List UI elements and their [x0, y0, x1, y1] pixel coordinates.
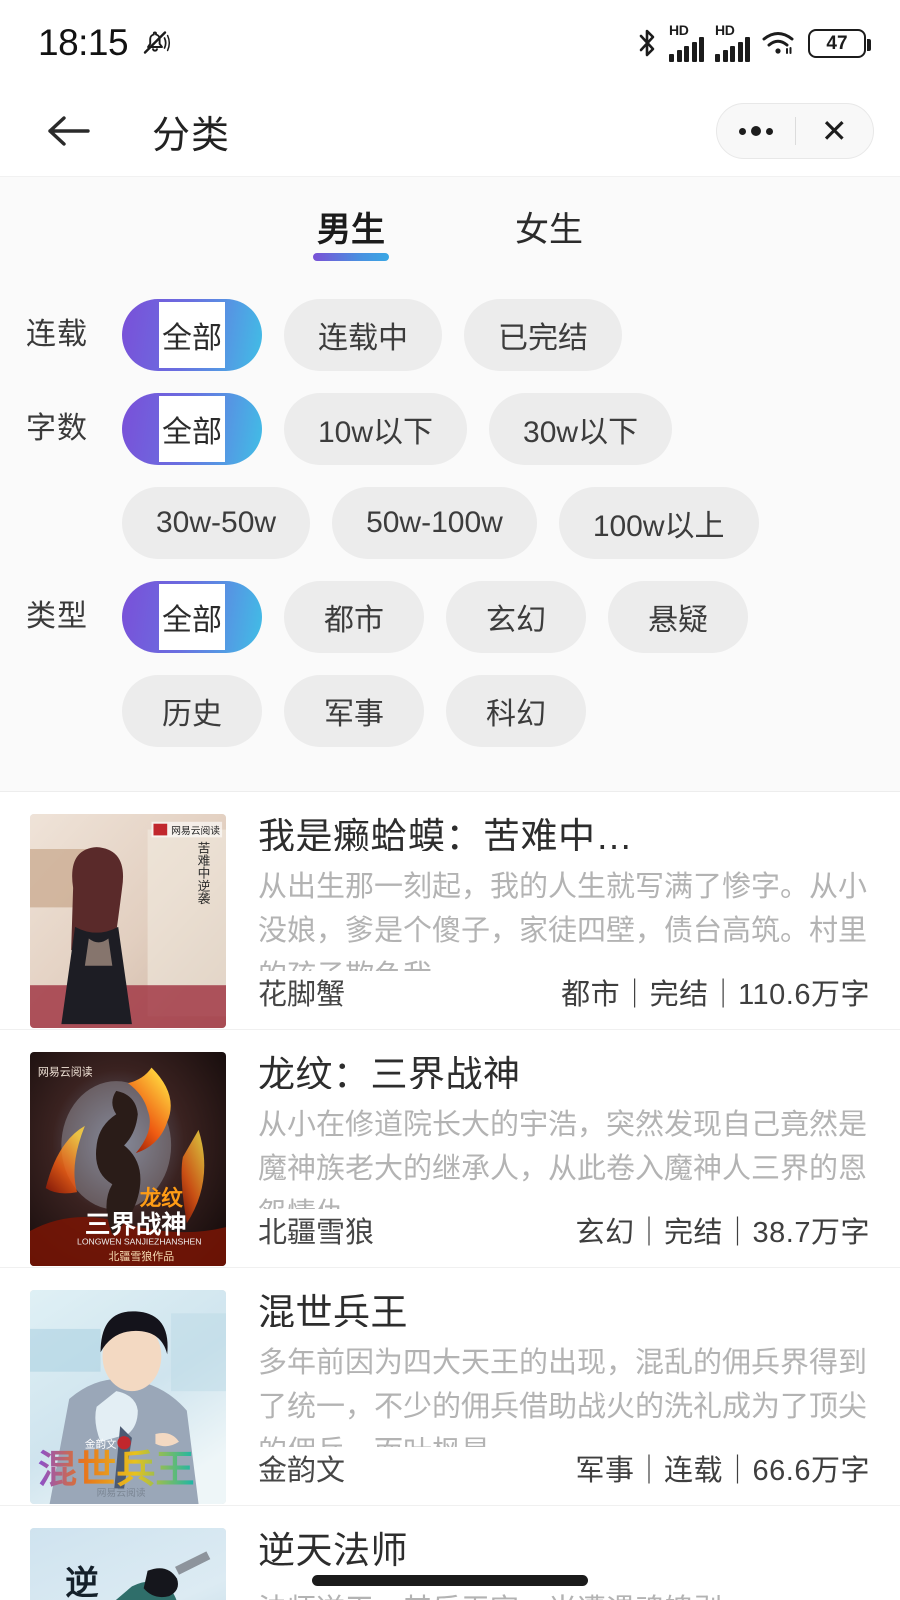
svg-text:逆: 逆 [65, 1565, 98, 1600]
svg-text:LONGWEN SANJIEZHANSHEN: LONGWEN SANJIEZHANSHEN [77, 1237, 201, 1247]
book-meta: 北疆雪狼 玄幻｜完结｜38.7万字 [258, 1209, 870, 1267]
book-list: 苦难中逆袭 网易云阅读 我是癞蛤蟆：苦难中… 从出生那一刻起，我的人生就写满了惨… [0, 791, 900, 1600]
book-author: 北疆雪狼 [258, 1217, 375, 1249]
chip-genre-all[interactable]: 全部 [122, 581, 262, 653]
status-bar-left: 18:15 [38, 22, 172, 64]
chip-wordcount-under30w[interactable]: 30w以下 [489, 393, 673, 465]
book-title: 我是癞蛤蟆：苦难中… [258, 816, 633, 851]
status-bar-right: HD HD 47 [636, 21, 871, 62]
close-icon: ✕ [820, 113, 848, 149]
home-indicator [312, 1575, 588, 1586]
filter-label-genre: 类型 [26, 600, 88, 633]
book-tags: 玄幻｜完结｜38.7万字 [575, 1217, 870, 1249]
book-tags: 军事｜连载｜66.6万字 [575, 1455, 870, 1487]
chip-wordcount-over100w[interactable]: 100w以上 [558, 487, 759, 559]
book-info: 我是癞蛤蟆：苦难中… 从出生那一刻起，我的人生就写满了惨字。从小没娘，爹是个傻子… [226, 814, 870, 1029]
book-info: 混世兵王 多年前因为四大天王的出现，混乱的佣兵界得到了统一，不少的佣兵借助战火的… [226, 1290, 870, 1505]
hd-label-1: HD [669, 21, 689, 38]
battery-icon: 47 [808, 28, 871, 58]
book-cover-image: 逆 天 法 [30, 1528, 226, 1600]
svg-text:混世兵王: 混世兵王 [38, 1449, 195, 1492]
bluetooth-icon [636, 28, 658, 58]
filter-panel: 男生 女生 连载 全部 连载中 已完结 字数 全部 10w以下 30w以下 30… [0, 176, 900, 791]
book-tags: 都市｜完结｜110.6万字 [561, 979, 870, 1011]
book-description: 法师逆天，其乐无穷。当遭遇魂魄剥 [258, 1588, 870, 1600]
book-author: 金韵文 [258, 1455, 346, 1487]
book-description: 从小在修道院长大的宇浩，突然发现自己竟然是魔神族老大的继承人，从此卷入魔神人三界… [258, 1108, 868, 1209]
book-info: 逆天法师 法师逆天，其乐无穷。当遭遇魂魄剥 [226, 1528, 870, 1600]
more-dots-icon [738, 126, 773, 136]
filter-label-wordcount: 字数 [26, 412, 88, 445]
nav-bar: 分类 ✕ [0, 86, 900, 176]
chip-genre-military[interactable]: 军事 [284, 675, 424, 747]
book-meta: 金韵文 军事｜连载｜66.6万字 [258, 1447, 870, 1505]
gender-tabs: 男生 女生 [0, 177, 900, 277]
wifi-icon [761, 30, 795, 56]
close-button[interactable]: ✕ [796, 104, 874, 158]
status-bar: 18:15 HD HD 47 [0, 0, 900, 86]
filter-row-genre: 类型 全部 都市 玄幻 悬疑 历史 军事 科幻 [0, 581, 900, 747]
filter-chips-wordcount: 全部 10w以下 30w以下 30w-50w 50w-100w 100w以上 [122, 393, 900, 559]
chip-genre-scifi[interactable]: 科幻 [446, 675, 586, 747]
svg-text:网易云阅读: 网易云阅读 [171, 824, 220, 837]
book-title: 逆天法师 [258, 1530, 408, 1571]
status-clock: 18:15 [38, 22, 129, 63]
filter-chips-serialization: 全部 连载中 已完结 [122, 299, 900, 371]
back-arrow-icon [48, 116, 90, 146]
mute-icon [138, 26, 172, 60]
tab-male[interactable]: 男生 [307, 213, 395, 261]
chip-wordcount-all[interactable]: 全部 [122, 393, 262, 465]
chip-genre-suspense[interactable]: 悬疑 [608, 581, 748, 653]
chip-serialization-completed[interactable]: 已完结 [464, 299, 622, 371]
svg-text:苦难中逆袭: 苦难中逆袭 [195, 841, 209, 905]
chip-genre-fantasy[interactable]: 玄幻 [446, 581, 586, 653]
book-title: 混世兵王 [258, 1292, 408, 1327]
book-title: 龙纹：三界战神 [258, 1054, 521, 1089]
book-cover-image: 网易云阅读 龙纹 三界战神 LONGWEN SANJIEZHANSHEN 北疆雪… [30, 1052, 226, 1266]
book-info: 龙纹：三界战神 从小在修道院长大的宇浩，突然发现自己竟然是魔神族老大的继承人，从… [226, 1052, 870, 1267]
back-button[interactable] [38, 100, 100, 162]
book-list-item[interactable]: 网易云阅读 龙纹 三界战神 LONGWEN SANJIEZHANSHEN 北疆雪… [0, 1029, 900, 1267]
book-description: 从出生那一刻起，我的人生就写满了惨字。从小没娘，爹是个傻子，家徒四壁，债台高筑。… [258, 870, 868, 971]
filter-chips-genre: 全部 都市 玄幻 悬疑 历史 军事 科幻 [122, 581, 900, 747]
book-list-item[interactable]: 苦难中逆袭 网易云阅读 我是癞蛤蟆：苦难中… 从出生那一刻起，我的人生就写满了惨… [0, 791, 900, 1029]
signal-hd-icon-2: HD [715, 21, 750, 62]
book-cover-image: 金韵文 混世兵王 网易云阅读 [30, 1290, 226, 1504]
svg-text:网易云阅读: 网易云阅读 [97, 1486, 146, 1499]
book-meta: 花脚蟹 都市｜完结｜110.6万字 [258, 971, 870, 1029]
filter-label-serialization: 连载 [26, 318, 88, 351]
page-title: 分类 [152, 114, 231, 157]
book-author: 花脚蟹 [258, 979, 346, 1011]
miniprogram-capsule: ✕ [716, 103, 874, 159]
tab-male-label: 男生 [317, 211, 385, 249]
tab-female-label: 女生 [515, 211, 583, 249]
svg-text:三界战神: 三界战神 [85, 1211, 187, 1239]
chip-serialization-ongoing[interactable]: 连载中 [284, 299, 442, 371]
tab-female[interactable]: 女生 [505, 213, 593, 261]
chip-wordcount-50to100w[interactable]: 50w-100w [332, 487, 537, 559]
svg-text:北疆雪狼作品: 北疆雪狼作品 [108, 1249, 174, 1263]
chip-serialization-all[interactable]: 全部 [122, 299, 262, 371]
svg-text:龙纹: 龙纹 [140, 1186, 184, 1211]
more-button[interactable] [717, 104, 795, 158]
filter-row-wordcount: 字数 全部 10w以下 30w以下 30w-50w 50w-100w 100w以… [0, 393, 900, 559]
book-description: 多年前因为四大天王的出现，混乱的佣兵界得到了统一，不少的佣兵借助战火的洗礼成为了… [258, 1346, 868, 1447]
hd-label-2: HD [715, 21, 735, 38]
chip-wordcount-30to50w[interactable]: 30w-50w [122, 487, 311, 559]
signal-hd-icon-1: HD [669, 21, 704, 62]
filter-row-serialization: 连载 全部 连载中 已完结 [0, 299, 900, 371]
book-cover-image: 苦难中逆袭 网易云阅读 [30, 814, 226, 1028]
svg-text:网易云阅读: 网易云阅读 [38, 1064, 93, 1078]
app-screen: 18:15 HD HD 47 分类 ✕ 男生 女生 连载 全部 连载中 已完结 … [0, 0, 900, 1600]
chip-wordcount-under10w[interactable]: 10w以下 [284, 393, 468, 465]
battery-level-label: 47 [826, 32, 848, 54]
book-list-item[interactable]: 金韵文 混世兵王 网易云阅读 混世兵王 多年前因为四大天王的出现，混乱的佣兵界得… [0, 1267, 900, 1505]
chip-genre-history[interactable]: 历史 [122, 675, 262, 747]
chip-genre-urban[interactable]: 都市 [284, 581, 424, 653]
